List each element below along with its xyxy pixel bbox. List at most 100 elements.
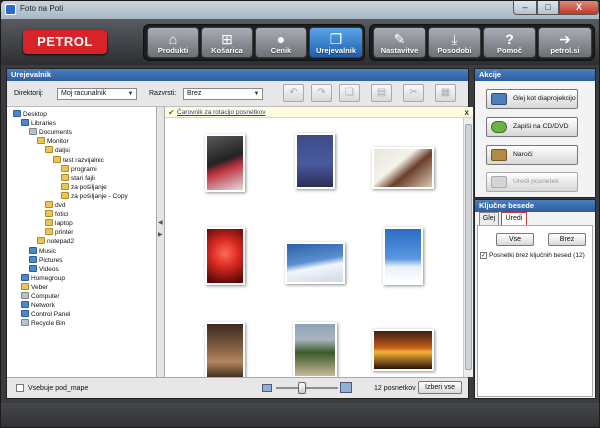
tree-node-label: Recycle Bin — [31, 320, 66, 328]
tree-node-label: Desktop — [23, 111, 47, 118]
include-subfolders-checkbox[interactable] — [16, 384, 24, 392]
title-bar[interactable]: Foto na Poti – □ X — [1, 1, 599, 19]
tree-node[interactable]: Network — [21, 301, 55, 310]
nav-urejevalnik[interactable]: ❐ Urejevalnik — [309, 27, 363, 58]
pane-splitter[interactable]: ◀ ▶ — [157, 107, 165, 377]
photo-grid-scrollbar[interactable] — [463, 118, 473, 377]
nav-petrol-si-label: petrol.si — [550, 46, 580, 55]
tree-node[interactable]: Control Panel — [21, 310, 70, 319]
tree-node[interactable]: printer — [45, 228, 73, 237]
directory-label: Direktorij: — [14, 90, 44, 97]
sort-select[interactable]: Brez ▼ — [183, 88, 263, 100]
nav-urejevalnik-label: Urejevalnik — [315, 46, 357, 55]
tree-node[interactable]: laptop — [45, 219, 73, 228]
tree-node[interactable]: Desktop — [13, 110, 47, 119]
minimize-button[interactable]: – — [513, 1, 537, 15]
tree-node[interactable]: Computer — [21, 292, 60, 301]
petrol-logo[interactable]: PETROL — [23, 30, 107, 54]
tab-view[interactable]: Glej — [479, 212, 499, 225]
folder-icon — [21, 282, 29, 290]
select-all-button[interactable]: Izberi vse — [418, 381, 462, 394]
select-all-keywords-button[interactable]: Vse — [496, 233, 534, 246]
order-button[interactable]: Naroči — [486, 145, 578, 165]
tree-node-label: Control Panel — [31, 311, 71, 319]
tree-node[interactable]: Documents — [29, 128, 72, 137]
nav-produkti[interactable]: ⌂ Produkti — [147, 27, 199, 58]
burn-disc-button[interactable]: Zapiši na CD/DVD — [486, 117, 578, 137]
no-keywords-label: Posnetki brez ključnih besed (12) — [489, 252, 585, 259]
tree-node-label: Pictures — [39, 256, 63, 264]
tree-node[interactable]: Homegroup — [21, 273, 65, 283]
nav-posodobi[interactable]: ⤓ Posodobi — [428, 27, 481, 58]
photo-thumbnail[interactable] — [372, 329, 434, 371]
tree-node[interactable]: test razvijalnic — [53, 155, 104, 165]
photo-thumbnail[interactable] — [205, 322, 245, 380]
tree-node[interactable]: dvd — [45, 201, 65, 210]
app-icon — [5, 4, 16, 15]
tree-node[interactable]: Veber — [21, 282, 48, 292]
folder-icon — [21, 119, 29, 127]
photo-thumbnail[interactable] — [285, 242, 345, 284]
burn-disc-button-label: Zapiši na CD/DVD — [513, 123, 569, 130]
close-button[interactable]: X — [559, 1, 599, 15]
maximize-button[interactable]: □ — [537, 1, 559, 15]
tree-node[interactable]: Monitor — [37, 137, 69, 146]
tree-node[interactable]: fotici — [45, 210, 68, 219]
rotation-wizard-link[interactable]: Čarovnik za rotacijo posnetkov — [177, 109, 266, 116]
folder-icon — [21, 301, 29, 309]
tree-node[interactable]: programi — [61, 164, 97, 174]
sort-label: Razvrsti: — [149, 90, 177, 97]
thumbnail-size-slider[interactable] — [262, 382, 352, 394]
photo-thumbnail[interactable] — [295, 133, 335, 189]
folder-icon — [45, 228, 53, 236]
chevron-down-icon: ▼ — [253, 91, 260, 97]
tree-node[interactable]: daljsi — [45, 146, 70, 155]
slider-knob[interactable] — [298, 382, 306, 394]
photo-thumbnail[interactable] — [383, 227, 423, 285]
photo-thumbnail[interactable] — [205, 227, 245, 285]
photo-thumbnail[interactable] — [205, 134, 245, 192]
clear-keywords-button[interactable]: Brez — [548, 233, 586, 246]
folder-tree[interactable]: Desktop Libraries Documents Monitor daljsi te… — [7, 107, 157, 377]
nav-kosarica[interactable]: ⊞ Košarica — [201, 27, 253, 58]
main-header: PETROL ⌂ Produkti ⊞ Košarica ● Cenik ❐ U… — [1, 19, 599, 65]
nav-cenik[interactable]: ● Cenik — [255, 27, 307, 58]
close-icon[interactable]: x — [465, 107, 469, 118]
scrollbar-thumb[interactable] — [465, 124, 472, 370]
nav-pomoc[interactable]: ? Pomoč — [483, 27, 536, 58]
tree-node-label: Homegroup — [31, 274, 65, 282]
tree-node-label: Documents — [39, 129, 72, 137]
tree-node[interactable]: Pictures — [29, 255, 63, 265]
folder-icon — [29, 246, 37, 254]
nav-nastavitve[interactable]: ✎ Nastavitve — [373, 27, 426, 58]
tree-node[interactable]: za pošiljanje — [61, 182, 107, 192]
folder-icon — [21, 273, 29, 281]
tree-node[interactable]: za pošiljanje - Copy — [61, 191, 128, 201]
tree-node[interactable]: Recycle Bin — [21, 319, 65, 328]
paste-button[interactable]: ▤ — [371, 84, 392, 102]
tree-node[interactable]: Libraries — [21, 119, 56, 128]
cut-button[interactable]: ✂ — [403, 84, 424, 102]
nav-petrol-si[interactable]: ➔ petrol.si — [538, 27, 592, 58]
copy-button[interactable]: ❏ — [339, 84, 360, 102]
tree-node[interactable]: Music — [29, 246, 56, 256]
tree-node[interactable]: Videos — [29, 264, 59, 274]
tree-node[interactable]: stari fajli — [61, 173, 95, 183]
edit-button[interactable]: ▦ — [435, 84, 456, 102]
tree-node-label: dvd — [55, 202, 66, 209]
edit-icon: ▦ — [440, 87, 451, 98]
tree-node[interactable]: notepad2 — [37, 237, 74, 246]
edit-photo-button[interactable]: Uredi posnetek — [486, 172, 578, 192]
tab-edit[interactable]: Uredi — [501, 212, 527, 225]
redo-button[interactable]: ↷ — [311, 84, 332, 102]
no-keywords-checkbox[interactable]: ✓ — [480, 252, 487, 259]
slideshow-button[interactable]: Glej kot diaprojekcijo — [486, 89, 578, 109]
directory-select[interactable]: Moj racunalnik ▼ — [57, 88, 137, 100]
window-title: Foto na Poti — [20, 4, 64, 13]
photo-thumbnail[interactable] — [293, 322, 337, 378]
slider-track — [276, 387, 338, 389]
undo-button[interactable]: ↶ — [283, 84, 304, 102]
photo-thumbnail[interactable] — [372, 147, 434, 189]
nav-nastavitve-label: Nastavitve — [380, 46, 419, 55]
cut-icon: ✂ — [409, 87, 418, 98]
